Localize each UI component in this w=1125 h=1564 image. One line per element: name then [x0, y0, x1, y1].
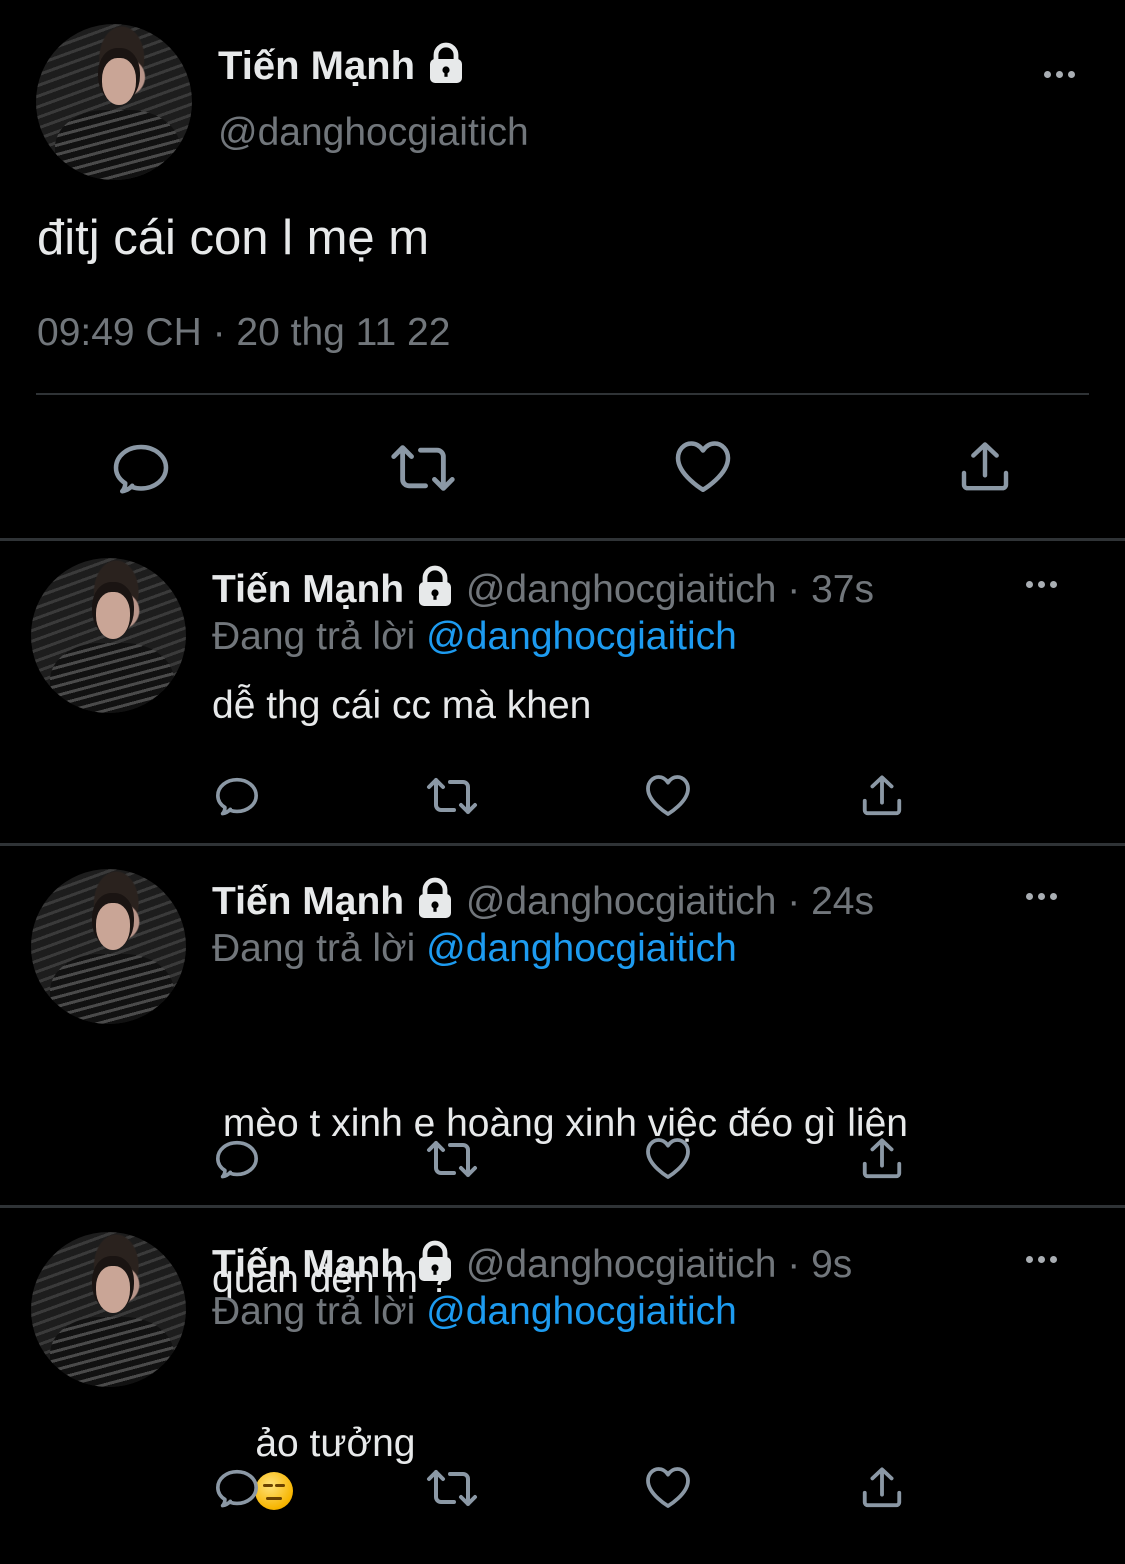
share-icon[interactable]: [859, 772, 905, 818]
reply-icon[interactable]: [213, 1135, 261, 1181]
mention-link[interactable]: @danghocgiaitich: [426, 615, 737, 658]
share-icon[interactable]: [957, 438, 1013, 494]
handle[interactable]: @danghocgiaitich: [218, 110, 529, 156]
more-options-icon[interactable]: [1026, 1256, 1057, 1263]
divider: [36, 393, 1089, 395]
more-options-icon[interactable]: [1044, 71, 1075, 78]
tweet-text: mèo t xinh e hoàng xinh việc đéo gì liên…: [212, 994, 908, 1410]
divider: [0, 1205, 1125, 1208]
tweet-text-line: ảo tưởng: [255, 1422, 416, 1465]
expressionless-face-emoji: [255, 1472, 294, 1510]
divider: [0, 538, 1125, 541]
handle[interactable]: @danghocgiaitich: [466, 880, 777, 923]
reply-icon[interactable]: [213, 1464, 261, 1510]
display-name[interactable]: Tiến Mạnh: [212, 568, 404, 611]
tweet-timestamp: 09:49 CH · 20 thg 11 22: [37, 311, 451, 354]
mention-link[interactable]: @danghocgiaitich: [426, 1290, 737, 1333]
display-name[interactable]: Tiến Mạnh: [218, 44, 415, 88]
share-icon[interactable]: [859, 1135, 905, 1181]
retweet-icon[interactable]: [425, 1466, 479, 1510]
tweet-time: · 37s: [787, 567, 874, 611]
tweet-time: · 24s: [787, 879, 874, 923]
tweet-text: dễ thg cái cc mà khen: [212, 684, 592, 727]
more-options-icon[interactable]: [1026, 581, 1057, 588]
lock-icon: [415, 877, 455, 930]
replying-label: Đang trả lời: [212, 927, 416, 970]
reply-icon[interactable]: [213, 772, 261, 818]
avatar[interactable]: [31, 869, 186, 1024]
divider: [0, 843, 1125, 846]
avatar[interactable]: [36, 24, 192, 180]
lock-icon: [415, 1240, 455, 1293]
display-name[interactable]: Tiến Mạnh: [212, 880, 404, 923]
tweet-text: đitj cái con l mẹ m: [37, 211, 430, 265]
replying-label: Đang trả lời: [212, 615, 416, 658]
more-options-icon[interactable]: [1026, 893, 1057, 900]
retweet-icon[interactable]: [389, 440, 457, 496]
mention-link[interactable]: @danghocgiaitich: [426, 927, 737, 970]
display-name[interactable]: Tiến Mạnh: [212, 1243, 404, 1286]
retweet-icon[interactable]: [425, 1137, 479, 1181]
avatar[interactable]: [31, 558, 186, 713]
tweet-time: · 9s: [787, 1242, 853, 1286]
like-icon[interactable]: [673, 438, 733, 494]
handle[interactable]: @danghocgiaitich: [466, 1243, 777, 1286]
replying-label: Đang trả lời: [212, 1290, 416, 1333]
like-icon[interactable]: [644, 1136, 692, 1180]
reply-icon[interactable]: [110, 437, 172, 497]
handle[interactable]: @danghocgiaitich: [466, 568, 777, 611]
avatar[interactable]: [31, 1232, 186, 1387]
like-icon[interactable]: [644, 1465, 692, 1509]
lock-icon: [415, 565, 455, 618]
retweet-icon[interactable]: [425, 774, 479, 818]
like-icon[interactable]: [644, 773, 692, 817]
tweet-text-line: mèo t xinh e hoàng xinh việc đéo gì liên: [212, 1102, 908, 1145]
share-icon[interactable]: [859, 1464, 905, 1510]
lock-icon: [426, 42, 466, 95]
